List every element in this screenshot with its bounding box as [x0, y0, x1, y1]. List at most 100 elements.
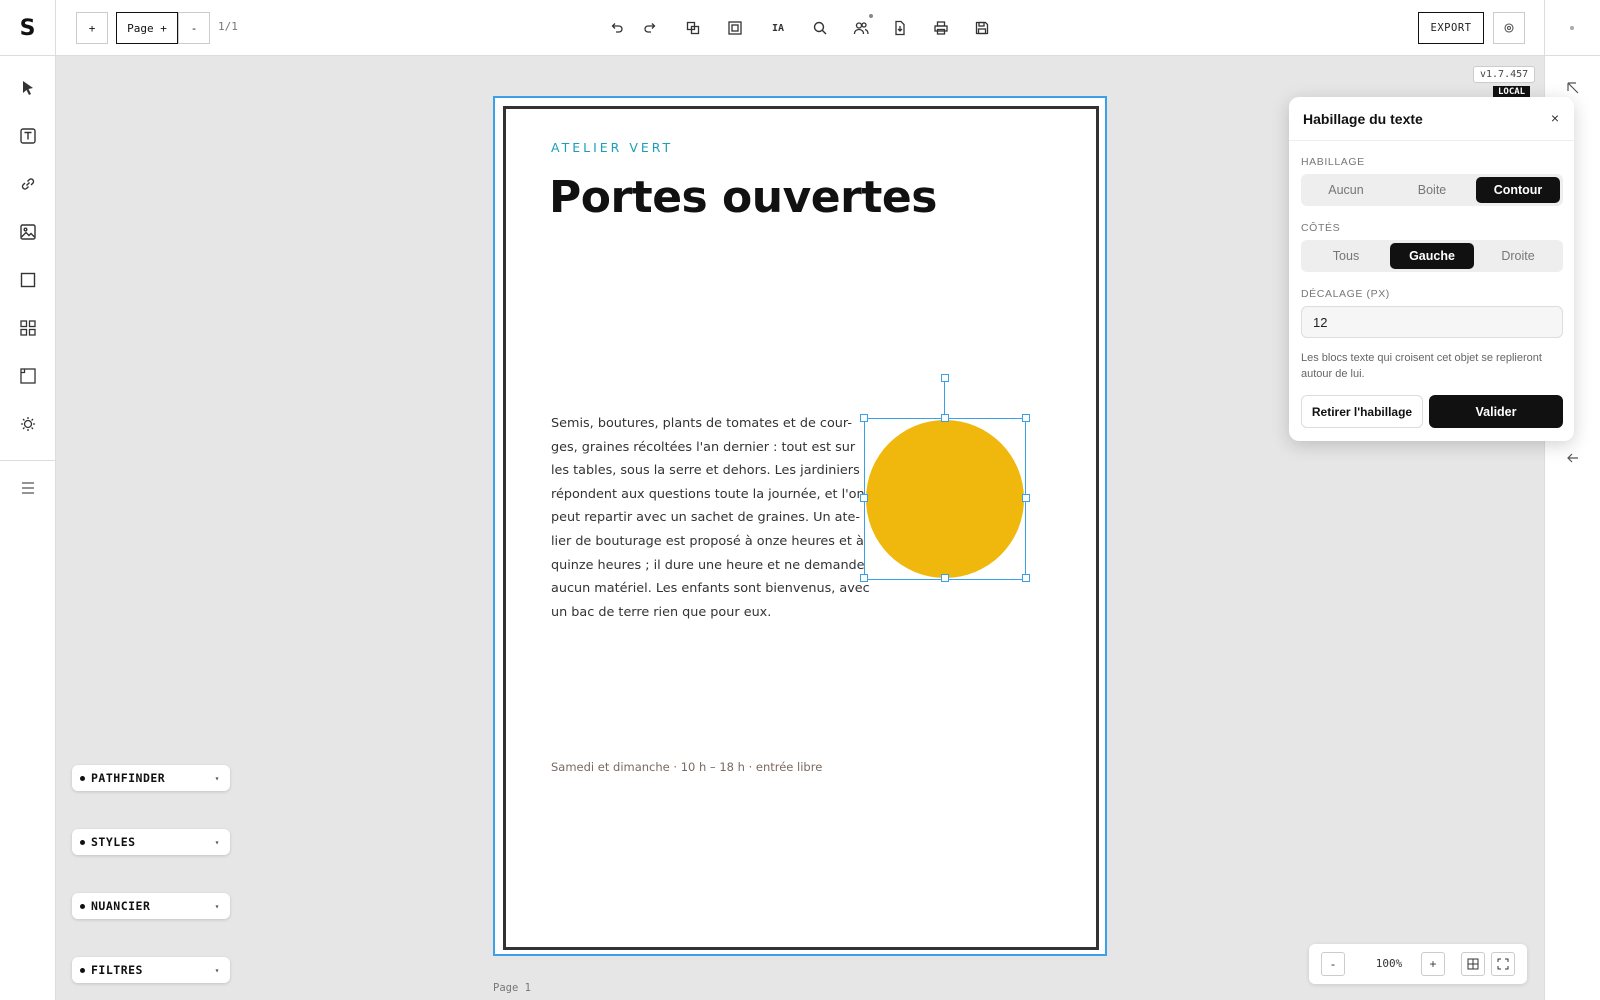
- settings-button[interactable]: [1493, 12, 1525, 44]
- redo-icon[interactable]: [638, 16, 662, 40]
- panel-label: FILTRES: [91, 963, 143, 977]
- remove-page-button[interactable]: -: [178, 12, 210, 44]
- resize-handle-sw[interactable]: [860, 574, 868, 582]
- event-info-text[interactable]: Samedi et dimanche · 10 h – 18 h · entré…: [551, 760, 822, 774]
- rotation-handle[interactable]: [941, 374, 949, 382]
- app-logo[interactable]: S: [0, 0, 56, 56]
- resize-handle-nw[interactable]: [860, 414, 868, 422]
- undo-icon[interactable]: [605, 16, 629, 40]
- select-arrow-icon[interactable]: [16, 76, 40, 100]
- side-option-droite[interactable]: Droite: [1476, 243, 1560, 269]
- body-text-block[interactable]: Semis, boutures, plants de tomates et de…: [551, 412, 870, 624]
- shape-selection-box: [864, 418, 1026, 580]
- side-option-tous[interactable]: Tous: [1304, 243, 1388, 269]
- chevron-down-icon: ▾: [214, 902, 220, 911]
- frame-icon[interactable]: [723, 16, 747, 40]
- search-icon[interactable]: [808, 16, 832, 40]
- zoom-bar: - 100% +: [1309, 944, 1527, 984]
- top-toolbar: S + Page + - 1/1 IA EXPORT: [0, 0, 1600, 56]
- panel-label: STYLES: [91, 835, 136, 849]
- page-count: 1/1: [218, 20, 238, 33]
- gear-icon: [1504, 23, 1514, 33]
- chevron-down-icon: ▾: [214, 966, 220, 975]
- body-line: quinze heures ; il dure une heure et ne …: [551, 557, 865, 573]
- grid-view-icon[interactable]: [1461, 952, 1485, 976]
- menu-icon[interactable]: [16, 476, 40, 500]
- body-line: répondent aux questions toute la journée…: [551, 486, 865, 502]
- nuancier-panel[interactable]: NUANCIER ▾: [72, 893, 230, 919]
- chevron-down-icon: ▾: [214, 838, 220, 847]
- wrap-option-aucun[interactable]: Aucun: [1304, 177, 1388, 203]
- brand-text[interactable]: ATELIER VERT: [551, 140, 673, 155]
- resize-handle-w[interactable]: [860, 494, 868, 502]
- add-page-button[interactable]: +: [76, 12, 108, 44]
- body-line: ges, graines récoltées l'an dernier : to…: [551, 439, 856, 455]
- version-label: v1.7.457: [1473, 66, 1536, 83]
- left-tool-palette: [0, 56, 56, 1000]
- resize-handle-se[interactable]: [1022, 574, 1030, 582]
- body-line: un bac de terre rien que pour eux.: [551, 604, 772, 620]
- sides-selector: Tous Gauche Droite: [1301, 240, 1563, 272]
- ia-icon[interactable]: IA: [766, 16, 790, 40]
- bullet-dot: [80, 903, 85, 909]
- confirm-button[interactable]: Valider: [1429, 395, 1563, 428]
- page-label: Page 1: [493, 982, 531, 994]
- bullet-dot: [80, 839, 85, 845]
- panel-label: PATHFINDER: [91, 771, 166, 785]
- wrap-mode-selector: Aucun Boite Contour: [1301, 174, 1563, 206]
- rotation-line: [944, 378, 945, 418]
- styles-panel[interactable]: STYLES ▾: [72, 829, 230, 855]
- import-icon[interactable]: [888, 16, 912, 40]
- filtres-panel[interactable]: FILTRES ▾: [72, 957, 230, 983]
- image-icon[interactable]: [16, 220, 40, 244]
- wrap-option-boite[interactable]: Boite: [1390, 177, 1474, 203]
- offset-input[interactable]: [1301, 306, 1563, 338]
- document-title[interactable]: Portes ouvertes: [549, 172, 937, 223]
- body-line: Semis, boutures, plants de tomates et de…: [551, 416, 852, 431]
- ruler-icon[interactable]: [16, 364, 40, 388]
- resize-handle-n[interactable]: [941, 414, 949, 422]
- resize-handle-ne[interactable]: [1022, 414, 1030, 422]
- link-icon[interactable]: [16, 172, 40, 196]
- close-icon[interactable]: ×: [1547, 110, 1563, 126]
- text-wrap-dialog: Habillage du texte × HABILLAGE Aucun Boi…: [1289, 97, 1574, 441]
- chevron-down-icon: ▾: [214, 774, 220, 783]
- offset-label: DÉCALAGE (PX): [1301, 288, 1390, 300]
- light-icon[interactable]: [16, 412, 40, 436]
- export-button[interactable]: EXPORT: [1418, 12, 1484, 44]
- body-line: les tables, sous la serre et dehors. Les…: [551, 463, 860, 479]
- divider: [1544, 0, 1545, 56]
- text-tool-icon[interactable]: [16, 124, 40, 148]
- zoom-level: 100%: [1375, 957, 1403, 970]
- pathfinder-panel[interactable]: PATHFINDER ▾: [72, 765, 230, 791]
- sides-label: CÔTÉS: [1301, 222, 1341, 234]
- dialog-title: Habillage du texte: [1303, 111, 1423, 127]
- grid-icon[interactable]: [16, 316, 40, 340]
- zoom-in-button[interactable]: +: [1421, 952, 1445, 976]
- zoom-out-button[interactable]: -: [1321, 952, 1345, 976]
- bullet-dot: [80, 775, 85, 781]
- remove-wrap-button[interactable]: Retirer l'habillage: [1301, 395, 1423, 428]
- divider: [0, 460, 56, 461]
- print-icon[interactable]: [929, 16, 953, 40]
- panel-label: NUANCIER: [91, 899, 151, 913]
- bullet-dot: [80, 967, 85, 973]
- rectangle-icon[interactable]: [16, 268, 40, 292]
- back-arrow-icon[interactable]: [1561, 446, 1585, 470]
- resize-handle-s[interactable]: [941, 574, 949, 582]
- body-line: lier de bouturage est proposé à onze heu…: [551, 533, 864, 549]
- side-option-gauche[interactable]: Gauche: [1390, 243, 1474, 269]
- body-line: peut repartir avec un sachet de graines.…: [551, 510, 860, 526]
- collaborators-icon[interactable]: [849, 14, 873, 40]
- body-line: aucun matériel. Les enfants sont bienven…: [551, 581, 870, 597]
- resize-handle-e[interactable]: [1022, 494, 1030, 502]
- wrap-mode-label: HABILLAGE: [1301, 156, 1365, 168]
- wrap-option-contour[interactable]: Contour: [1476, 177, 1560, 203]
- fullscreen-icon[interactable]: [1491, 952, 1515, 976]
- status-dot: [1570, 26, 1574, 30]
- duplicate-icon[interactable]: [681, 16, 705, 40]
- dialog-header: Habillage du texte ×: [1289, 97, 1574, 141]
- page-menu-button[interactable]: Page +: [116, 12, 178, 44]
- wrap-hint-text: Les blocs texte qui croisent cet objet s…: [1301, 352, 1542, 380]
- save-icon[interactable]: [970, 16, 994, 40]
